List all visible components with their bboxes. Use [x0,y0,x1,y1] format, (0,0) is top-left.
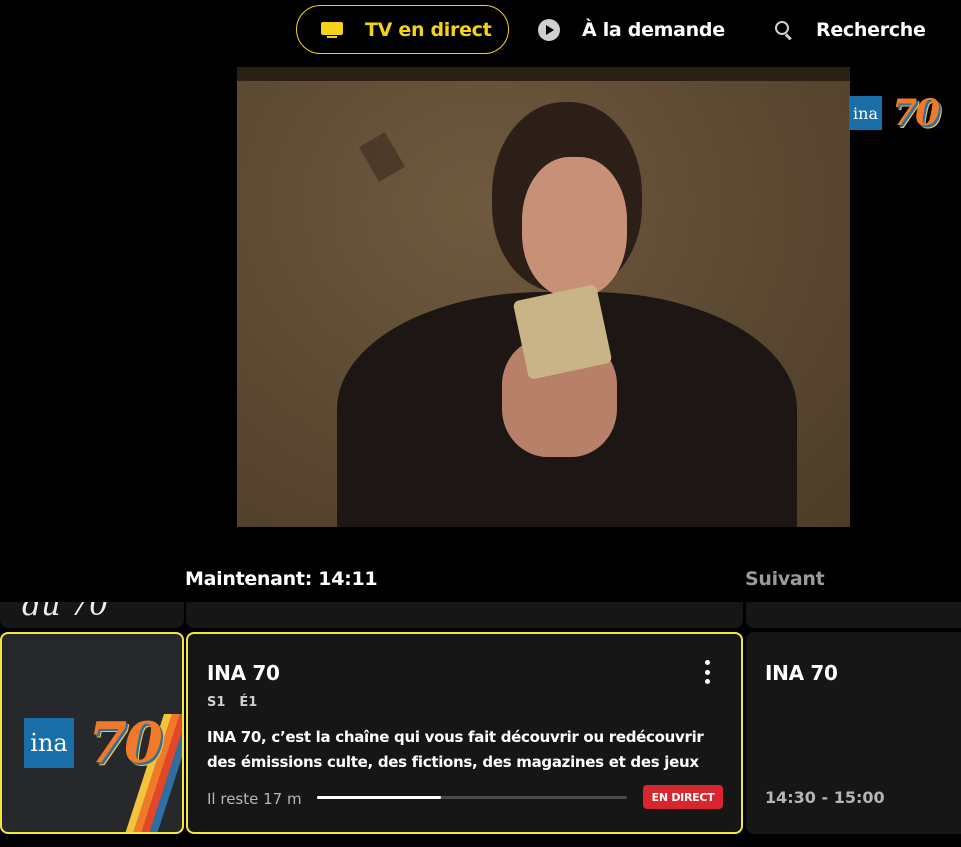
next-heading: Suivant [745,568,825,590]
episode-label: É1 [239,695,258,710]
tab-recherche-label: Recherche [816,19,926,41]
now-program-card[interactable]: INA 70 S1 É1 INA 70, c’est la chaîne qui… [186,632,743,834]
search-icon [774,20,794,41]
program-description: INA 70, c’est la chaîne qui vous fait dé… [207,728,704,771]
tab-recherche[interactable]: Recherche [774,14,926,46]
tv-icon [321,21,343,38]
time-remaining: Il reste 17 m [207,790,302,808]
live-badge: EN DIRECT [643,785,723,809]
program-progress-fill [317,796,441,799]
channel-thumbnail[interactable]: ina 70 [0,632,184,834]
tab-a-la-demande-label: À la demande [582,19,725,41]
top-navigation: TV en direct À la demande Recherche [0,0,961,62]
more-options-icon[interactable] [705,660,711,684]
tab-tv-en-direct[interactable]: TV en direct [296,5,509,54]
tab-a-la-demande[interactable]: À la demande [538,14,725,46]
program-title: INA 70 [207,661,280,685]
ina-logo: ina [849,96,882,130]
video-player[interactable] [237,67,850,527]
previous-channel-next-card[interactable] [746,602,961,628]
next-program-card[interactable]: INA 70 14:30 - 15:00 [746,632,961,834]
next-program-time: 14:30 - 15:00 [765,788,885,807]
program-progress-bar [317,796,627,799]
channel-logo-overlay: ina 70 [849,92,940,134]
next-program-title: INA 70 [765,661,838,685]
channel-logo: ina 70 [24,710,163,776]
tab-tv-en-direct-label: TV en direct [365,18,492,41]
previous-channel-now-card[interactable] [186,602,743,628]
previous-channel-thumbnail[interactable]: du 70 [0,602,184,628]
ina-logo: ina [24,718,74,768]
channel-number-logo: 70 [892,92,940,134]
episode-info: S1 É1 [207,695,257,710]
play-icon [538,19,560,41]
now-heading: Maintenant: 14:11 [185,568,378,590]
channel-number-logo: 70 [88,710,163,776]
season-label: S1 [207,695,226,710]
